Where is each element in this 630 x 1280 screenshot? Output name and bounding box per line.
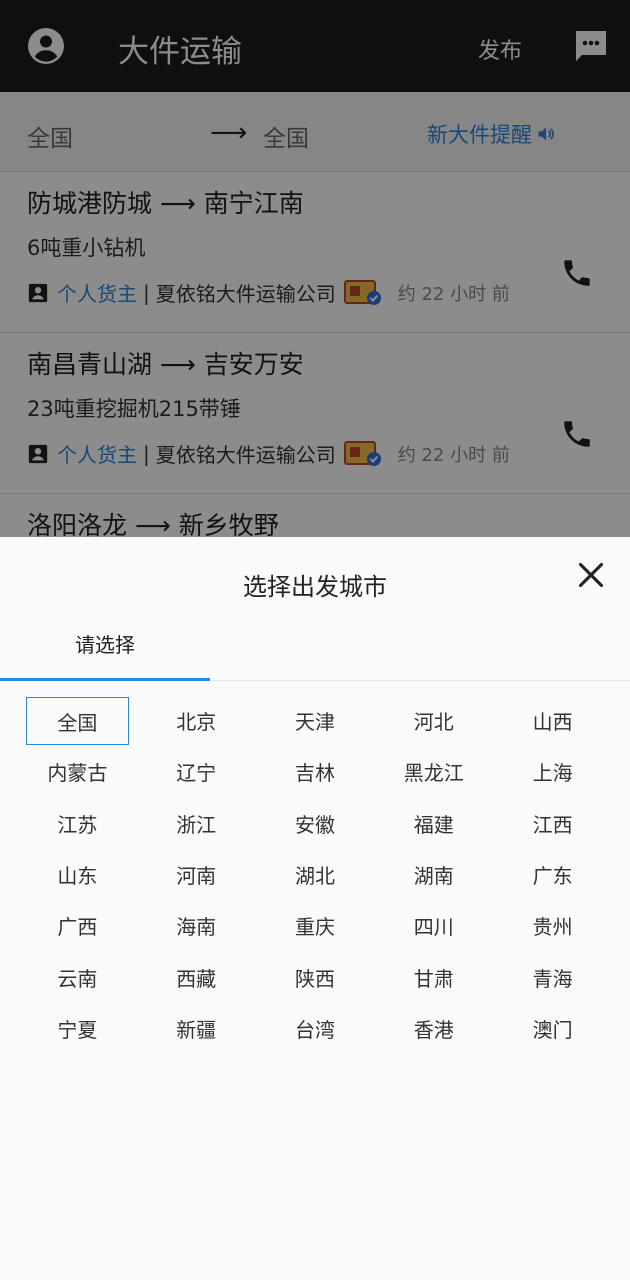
city-option[interactable]: 澳门: [493, 1003, 612, 1054]
city-option[interactable]: 香港: [374, 1003, 493, 1054]
modal-backdrop[interactable]: [0, 0, 630, 537]
city-option[interactable]: 河北: [374, 695, 493, 746]
city-option[interactable]: 湖北: [256, 849, 375, 900]
city-option[interactable]: 湖南: [374, 849, 493, 900]
city-option[interactable]: 西藏: [137, 951, 256, 1002]
city-option[interactable]: 黑龙江: [374, 746, 493, 797]
city-option[interactable]: 台湾: [256, 1003, 375, 1054]
city-option[interactable]: 四川: [374, 900, 493, 951]
city-option[interactable]: 广东: [493, 849, 612, 900]
city-picker-sheet: 选择出发城市 请选择 全国 北京 天津 河北 山西内蒙古 辽宁 吉林 黑龙江 上海江苏 浙江 安徽福…: [0, 537, 630, 1280]
city-option[interactable]: 重庆: [256, 900, 375, 951]
city-option[interactable]: 青海: [493, 951, 612, 1002]
city-option[interactable]: 福建: [374, 798, 493, 849]
city-option[interactable]: 甘肃: [374, 951, 493, 1002]
city-option[interactable]: 天津: [256, 695, 375, 746]
city-option[interactable]: 宁夏: [18, 1003, 137, 1054]
city-option[interactable]: 广西: [18, 900, 137, 951]
city-option[interactable]: 海南: [137, 900, 256, 951]
city-grid: 全国 北京 天津 河北 山西内蒙古 辽宁 吉林 黑龙江 上海江苏 浙江 安徽 福建 江西山东 河南 湖北 湖南…: [18, 695, 612, 1054]
city-option[interactable]: 江苏: [18, 798, 137, 849]
city-option[interactable]: 河南: [137, 849, 256, 900]
tab-please-select[interactable]: 请选择: [0, 629, 210, 658]
sheet-title: 选择出发城市: [243, 573, 387, 601]
city-option[interactable]: 云南: [18, 951, 137, 1002]
city-option[interactable]: 北京: [137, 695, 256, 746]
city-option[interactable]: 山东: [18, 849, 137, 900]
city-option[interactable]: 全国: [26, 697, 129, 745]
tab-indicator: [0, 678, 210, 681]
city-option[interactable]: 江西: [493, 798, 612, 849]
city-option[interactable]: 新疆: [137, 1003, 256, 1054]
close-icon[interactable]: [577, 561, 605, 589]
city-option[interactable]: 贵州: [493, 900, 612, 951]
tab-divider: [210, 680, 630, 681]
city-option[interactable]: 吉林: [256, 746, 375, 797]
city-option[interactable]: 陕西: [256, 951, 375, 1002]
city-option[interactable]: 山西: [493, 695, 612, 746]
city-option[interactable]: 浙江: [137, 798, 256, 849]
city-option[interactable]: 内蒙古: [18, 746, 137, 797]
city-option[interactable]: 上海: [493, 746, 612, 797]
city-option[interactable]: 安徽: [256, 798, 375, 849]
city-option[interactable]: 辽宁: [137, 746, 256, 797]
